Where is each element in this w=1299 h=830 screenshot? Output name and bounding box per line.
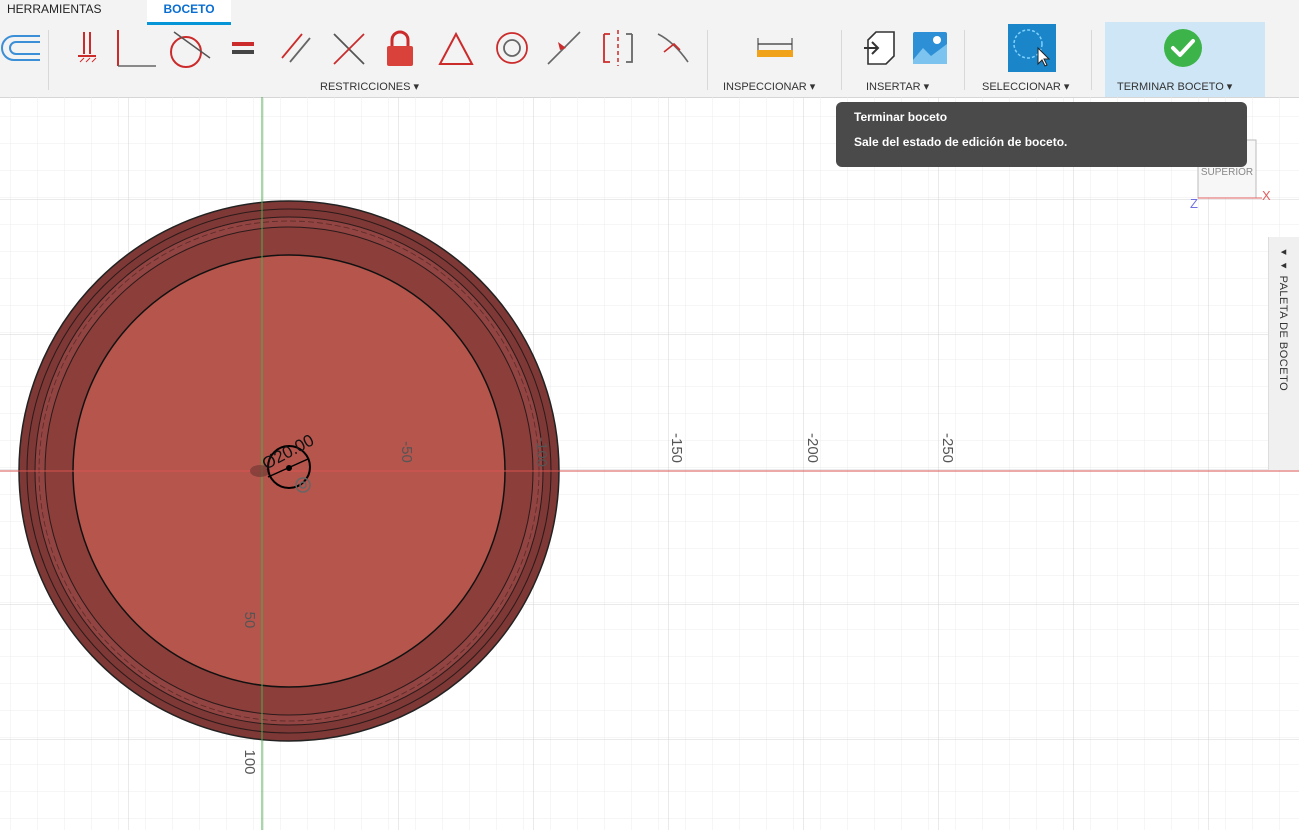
sketch-canvas[interactable]: Ø20.00 -50 -100 -150 -200 -250 50 100 SU… [0,97,1299,830]
separator [48,30,49,90]
ruler-v-label: 50 [241,612,258,629]
concentric-icon[interactable] [494,28,530,70]
select-button[interactable] [1008,24,1056,72]
insert-derive-icon[interactable] [860,28,896,70]
insert-image-icon[interactable] [911,28,947,70]
tab-boceto[interactable]: BOCETO [147,0,231,25]
tooltip: Terminar boceto Sale del estado de edici… [836,102,1247,167]
separator [707,30,708,90]
separator [964,30,965,90]
measure-icon[interactable] [754,28,796,70]
sketch-palette-toggle[interactable]: ◂◂ PALETA DE BOCETO [1268,237,1299,470]
ribbon-toolbar: HERRAMIENTAS BOCETO RESTRICCIONES ▾ INSP… [0,0,1299,98]
tooltip-title: Terminar boceto [854,110,948,124]
finish-sketch-button[interactable]: TERMINAR BOCETO ▾ [1105,22,1265,97]
separator [841,30,842,90]
ruler-h-label: -250 [939,433,956,463]
axis-x-label: X [1262,188,1271,203]
fix-constraint-icon[interactable] [72,28,108,70]
coincident-icon[interactable] [330,28,366,70]
midpoint-icon[interactable] [546,28,582,70]
offset-icon[interactable] [0,28,44,70]
parallel-icon[interactable] [278,28,314,70]
curvature-icon[interactable] [654,28,690,70]
ruler-h-label: -150 [668,433,685,463]
select-cursor-icon [1013,29,1051,67]
tangent-icon[interactable] [166,28,212,70]
ruler-h-label: -200 [804,433,821,463]
terminar-boceto-label: TERMINAR BOCETO ▾ [1117,81,1233,93]
inspeccionar-menu[interactable]: INSPECCIONAR ▾ [723,80,815,93]
double-chevron-icon: ◂◂ [1277,245,1289,276]
symmetry-icon[interactable] [600,28,636,70]
ruler-h-label: -100 [533,437,550,467]
insertar-menu[interactable]: INSERTAR ▾ [866,80,929,93]
equal-icon[interactable] [226,28,262,70]
palette-text: PALETA DE BOCETO [1277,275,1289,392]
restricciones-menu[interactable]: RESTRICCIONES ▾ [320,80,419,93]
separator [1091,30,1092,90]
perpendicular-icon[interactable] [112,28,156,70]
sketch-palette-label: ◂◂ PALETA DE BOCETO [1277,245,1290,391]
tooltip-body: Sale del estado de edición de boceto. [854,135,1068,149]
triangle-icon[interactable] [438,28,474,70]
seleccionar-menu[interactable]: SELECCIONAR ▾ [982,80,1069,93]
tab-herramientas[interactable]: HERRAMIENTAS [7,0,101,22]
checkmark-icon [1164,29,1202,67]
viewcube-face: SUPERIOR [1201,167,1253,178]
lock-icon[interactable] [382,28,418,70]
axis-z-label: Z [1190,196,1198,211]
ruler-h-label: -50 [398,441,415,463]
ruler-v-label: 100 [241,749,258,774]
